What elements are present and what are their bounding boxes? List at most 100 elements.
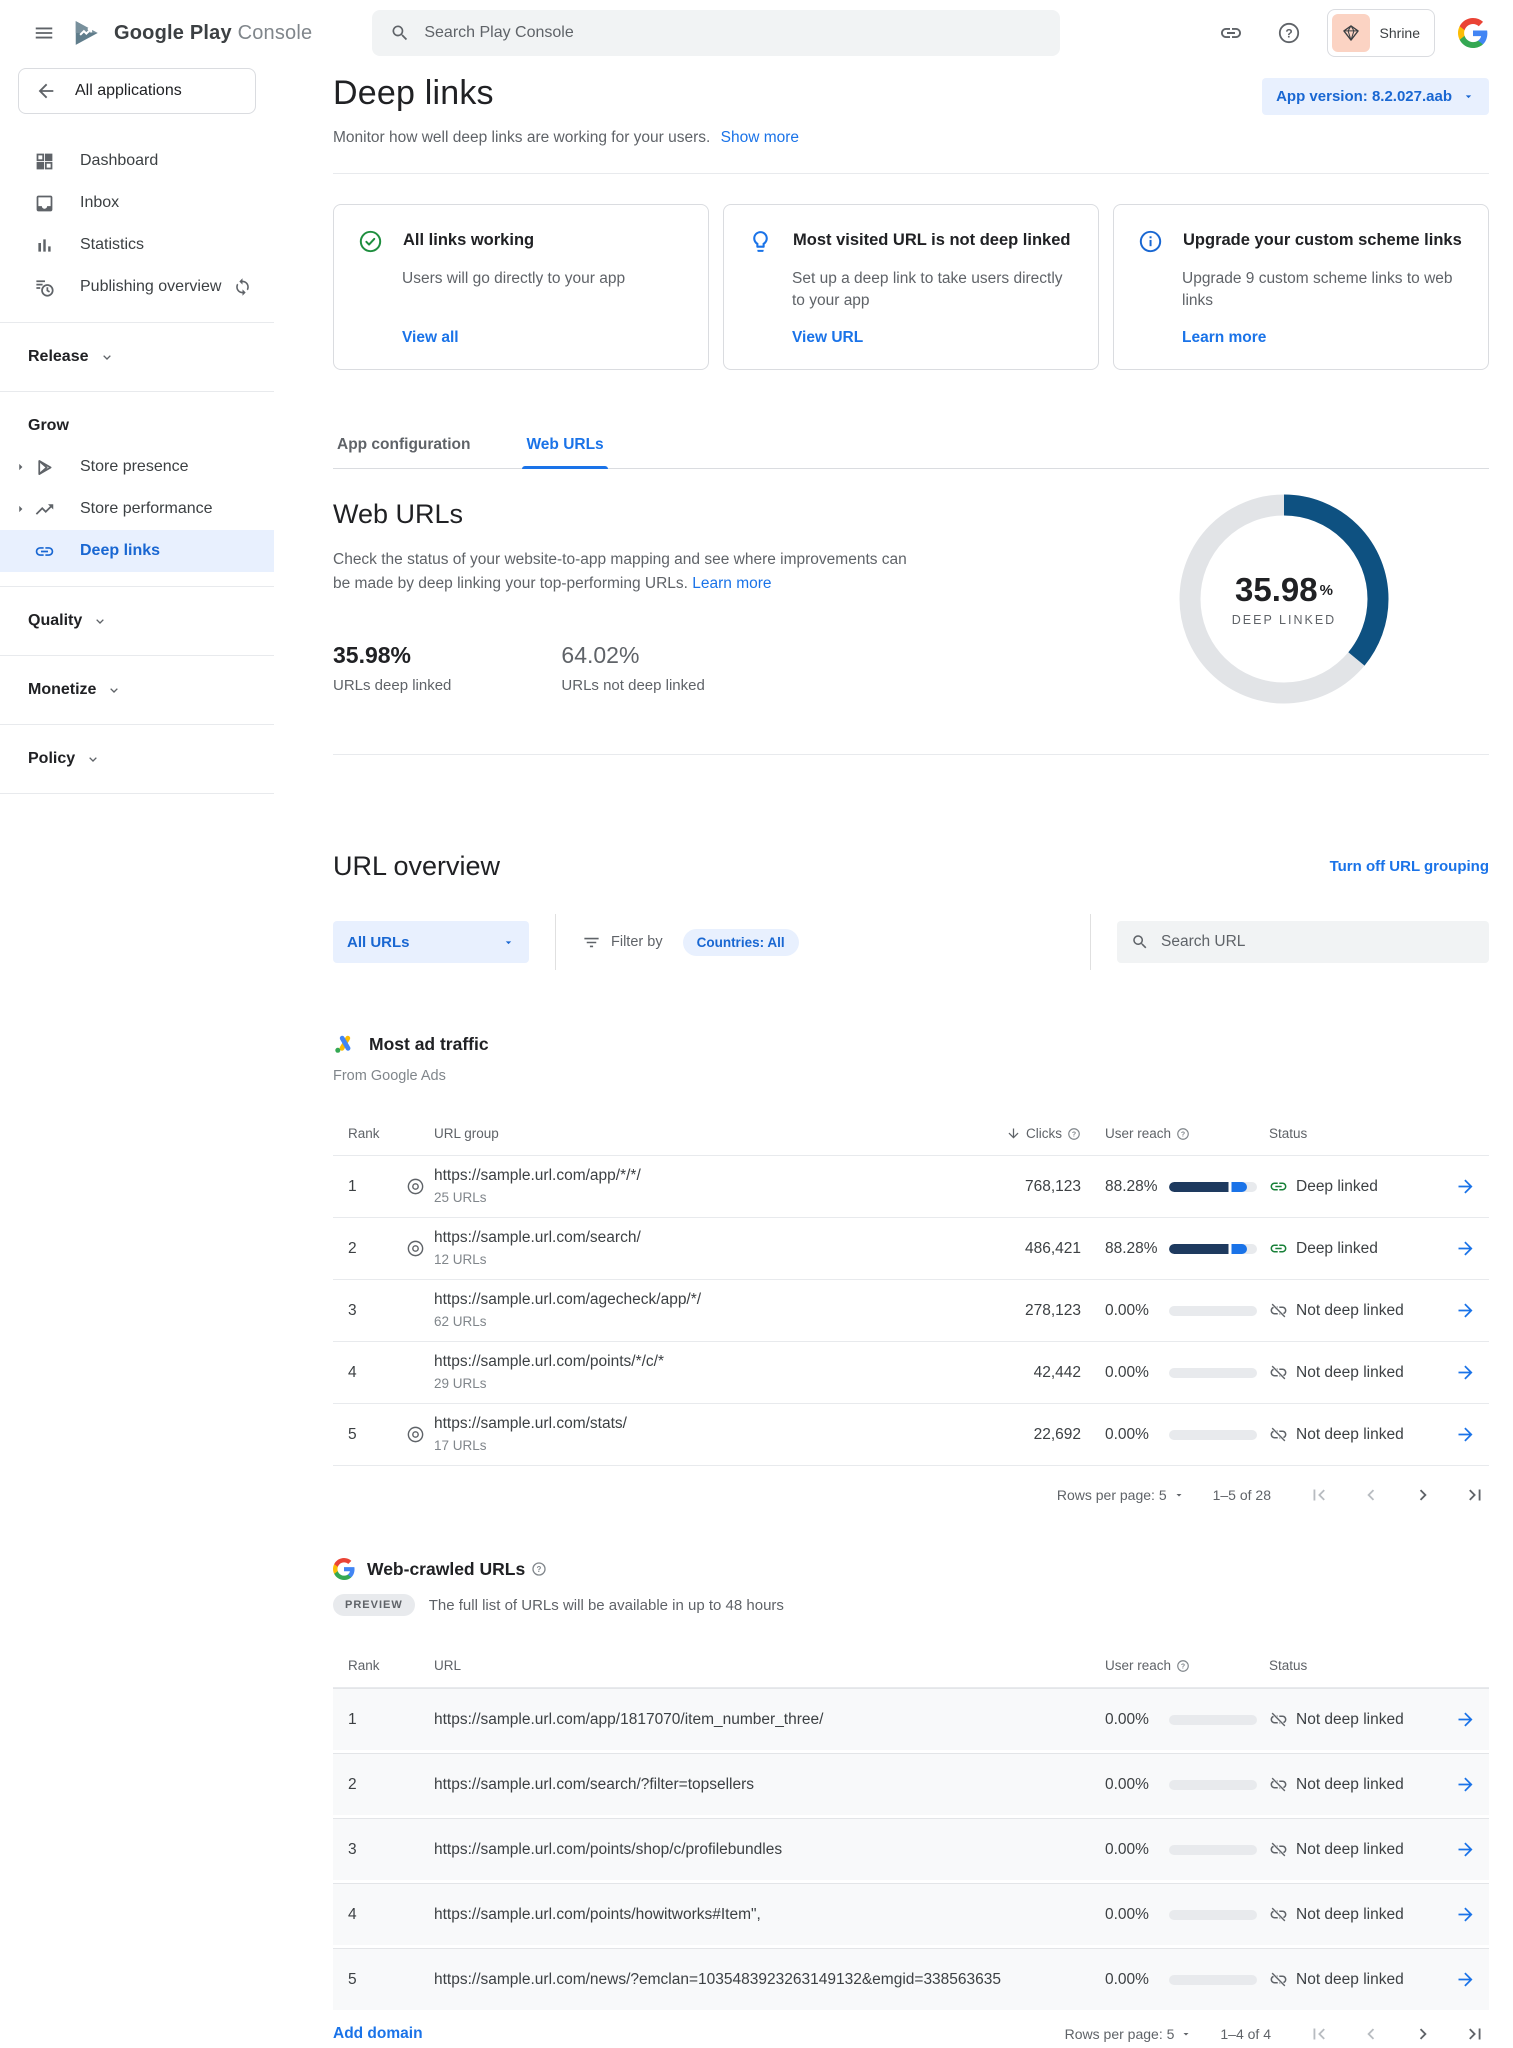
expand-right-icon[interactable] — [8, 460, 32, 475]
toolbar-separator — [555, 914, 556, 970]
stat-value: 64.02% — [561, 642, 704, 669]
url-count: 29 URLs — [434, 1375, 941, 1393]
sidebar-item-store-performance[interactable]: Store performance — [0, 488, 274, 530]
help-icon[interactable]: ? — [1269, 13, 1309, 53]
url-count: 17 URLs — [434, 1437, 941, 1455]
url-text[interactable]: https://sample.url.com/app/*/*/ — [434, 1166, 941, 1186]
url-cell[interactable]: https://sample.url.com/points/shop/c/pro… — [434, 1841, 1105, 1859]
sidebar-item-statistics[interactable]: Statistics — [0, 224, 274, 266]
sidebar-item-inbox[interactable]: Inbox — [0, 182, 274, 224]
expand-right-icon[interactable] — [8, 502, 32, 517]
sync-icon[interactable] — [230, 278, 254, 297]
check-circle-icon — [358, 229, 383, 254]
rank-cell: 3 — [348, 1841, 396, 1859]
learn-more-link[interactable]: Learn more — [1182, 329, 1266, 347]
sidebar-section-policy[interactable]: Policy — [0, 739, 274, 779]
first-page-icon[interactable] — [1305, 1481, 1333, 1509]
section-divider — [333, 754, 1489, 755]
sidebar-section-release[interactable]: Release — [0, 337, 274, 377]
row-detail-arrow[interactable] — [1441, 1709, 1489, 1730]
row-detail-arrow[interactable] — [1441, 1238, 1489, 1259]
all-applications-button[interactable]: All applications — [18, 68, 256, 114]
url-cell[interactable]: https://sample.url.com/app/1817070/item_… — [434, 1711, 1105, 1729]
help-icon: ? — [531, 1561, 547, 1577]
caret-down-icon — [1180, 2028, 1192, 2040]
url-search-input[interactable] — [1161, 933, 1475, 951]
next-page-icon[interactable] — [1409, 1481, 1437, 1509]
row-detail-arrow[interactable] — [1441, 1300, 1489, 1321]
app-switcher[interactable]: Shrine — [1327, 9, 1435, 57]
clicks-header[interactable]: Clicks ? — [941, 1126, 1081, 1141]
link-icon — [1269, 1177, 1288, 1196]
web-urls-description: Check the status of your website-to-app … — [333, 548, 923, 596]
url-search-box[interactable] — [1117, 921, 1489, 963]
page-subtitle: Monitor how well deep links are working … — [333, 129, 799, 147]
url-text[interactable]: https://sample.url.com/stats/ — [434, 1414, 941, 1434]
sidebar-section-grow: Grow — [0, 406, 274, 446]
global-search[interactable] — [372, 10, 1060, 56]
url-cell[interactable]: https://sample.url.com/news/?emclan=1035… — [434, 1971, 1105, 1989]
app-switcher-label: Shrine — [1380, 25, 1420, 41]
row-detail-arrow[interactable] — [1441, 1176, 1489, 1197]
page-range-label: 1–4 of 4 — [1220, 2026, 1271, 2042]
view-url-link[interactable]: View URL — [792, 329, 863, 347]
row-detail-arrow[interactable] — [1441, 1774, 1489, 1795]
url-text[interactable]: https://sample.url.com/agecheck/app/*/ — [434, 1290, 941, 1310]
url-text[interactable]: https://sample.url.com/search/ — [434, 1228, 941, 1248]
search-input[interactable] — [424, 24, 1042, 42]
first-page-icon[interactable] — [1305, 2020, 1333, 2048]
filter-by: Filter by Countries: All — [582, 929, 799, 956]
donut-caption: DEEP LINKED — [1232, 613, 1336, 627]
view-all-link[interactable]: View all — [402, 329, 459, 347]
row-detail-arrow[interactable] — [1441, 1362, 1489, 1383]
reach-cell: 0.00% — [1105, 1364, 1169, 1382]
last-page-icon[interactable] — [1461, 1481, 1489, 1509]
app-version-selector[interactable]: App version: 8.2.027.aab — [1262, 78, 1489, 115]
row-detail-arrow[interactable] — [1441, 1424, 1489, 1445]
google-account-icon[interactable] — [1453, 13, 1493, 53]
tab-web-urls[interactable]: Web URLs — [522, 426, 607, 468]
stat-value: 35.98% — [333, 642, 451, 669]
row-detail-arrow[interactable] — [1441, 1904, 1489, 1925]
row-detail-arrow[interactable] — [1441, 1969, 1489, 1990]
user-reach-header: User reach ? — [1105, 1658, 1269, 1673]
menu-icon[interactable] — [24, 13, 64, 53]
sidebar-section-quality[interactable]: Quality — [0, 601, 274, 641]
url-text[interactable]: https://sample.url.com/points/*/c/* — [434, 1352, 941, 1372]
quality-label: Quality — [28, 612, 82, 630]
preview-eye-icon[interactable] — [396, 1239, 434, 1258]
next-page-icon[interactable] — [1409, 2020, 1437, 2048]
url-cell[interactable]: https://sample.url.com/search/?filter=to… — [434, 1776, 1105, 1794]
sidebar: All applications Dashboard Inbox Statist… — [0, 66, 274, 1999]
play-console-logo[interactable]: Google Play Console — [70, 18, 312, 48]
url-cell[interactable]: https://sample.url.com/points/howitworks… — [434, 1906, 1105, 1924]
learn-more-link[interactable]: Learn more — [692, 575, 771, 592]
add-domain-link[interactable]: Add domain — [333, 2025, 423, 2043]
rows-per-page-selector[interactable]: Rows per page: 5 — [1065, 2026, 1193, 2042]
rank-cell: 3 — [348, 1302, 396, 1320]
last-page-icon[interactable] — [1461, 2020, 1489, 2048]
rows-per-page-selector[interactable]: Rows per page: 5 — [1057, 1487, 1185, 1503]
sidebar-item-dashboard[interactable]: Dashboard — [0, 140, 274, 182]
previous-page-icon[interactable] — [1357, 1481, 1385, 1509]
countries-filter-chip[interactable]: Countries: All — [683, 929, 799, 956]
turn-off-url-grouping-link[interactable]: Turn off URL grouping — [1330, 858, 1489, 875]
sidebar-section-monetize[interactable]: Monetize — [0, 670, 274, 710]
link-shortcut-icon[interactable] — [1211, 13, 1251, 53]
preview-eye-icon[interactable] — [396, 1177, 434, 1196]
sidebar-item-publishing-overview[interactable]: Publishing overview — [0, 266, 274, 308]
reach-cell: 0.00% — [1105, 1426, 1169, 1444]
row-detail-arrow[interactable] — [1441, 1839, 1489, 1860]
tab-app-configuration[interactable]: App configuration — [333, 426, 474, 468]
url-type-dropdown[interactable]: All URLs — [333, 921, 529, 963]
svg-text:?: ? — [1285, 26, 1292, 40]
rank-cell: 1 — [348, 1711, 396, 1729]
sidebar-item-deep-links[interactable]: Deep links — [0, 530, 274, 572]
previous-page-icon[interactable] — [1357, 2020, 1385, 2048]
table-row: 2 https://sample.url.com/search/12 URLs … — [333, 1218, 1489, 1280]
sidebar-item-store-presence[interactable]: Store presence — [0, 446, 274, 488]
table-row: 1 https://sample.url.com/app/*/*/25 URLs… — [333, 1156, 1489, 1218]
chevron-down-icon — [85, 751, 101, 767]
show-more-link[interactable]: Show more — [721, 129, 799, 146]
preview-eye-icon[interactable] — [396, 1425, 434, 1444]
